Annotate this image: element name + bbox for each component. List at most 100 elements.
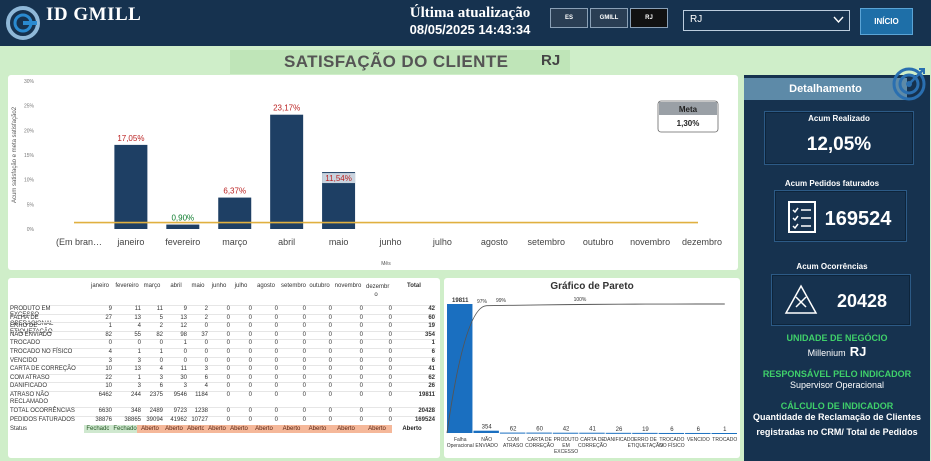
pareto-value-label: 6 xyxy=(697,427,701,433)
table-cell: 0 xyxy=(302,392,306,398)
status-cell: Aberto xyxy=(277,425,306,434)
table-cell: 3 xyxy=(108,357,112,364)
pareto-value-label: 354 xyxy=(482,425,493,431)
pareto-cum-label: 99% xyxy=(496,298,507,304)
table-cell: 38865 xyxy=(124,416,141,423)
pareto-value-label: 26 xyxy=(616,427,623,433)
table-cell: 0 xyxy=(274,383,278,390)
pareto-value-label: 6 xyxy=(670,427,674,433)
table-cell: 0 xyxy=(359,357,363,364)
y-axis-label: Acum satisfação e meta satisfação2 xyxy=(12,106,18,203)
home-button[interactable]: INÍCIO xyxy=(860,8,913,35)
table-column-header: outubro xyxy=(309,283,330,289)
table-cell: 0 xyxy=(274,392,278,398)
table-cell: 0 xyxy=(328,357,332,364)
x-tick-label: (Em bran… xyxy=(56,237,102,247)
table-cell: 0 xyxy=(388,306,392,312)
brand-name: ID GMILL xyxy=(46,4,142,25)
table-cell: 0 xyxy=(302,314,306,321)
table-cell: 62 xyxy=(428,374,435,381)
table-cell: 0 xyxy=(388,383,392,390)
table-cell: 0 xyxy=(204,357,208,364)
table-cell: 2 xyxy=(159,323,163,330)
table-cell: 0 xyxy=(248,340,252,347)
table-column-header: julho xyxy=(234,283,248,289)
table-cell: 0 xyxy=(204,323,208,330)
pareto-value-label: 41 xyxy=(589,427,596,433)
pareto-category-label: Operacional xyxy=(447,443,474,449)
table-cell: 19 xyxy=(428,323,435,330)
table-cell: 42 xyxy=(428,306,435,312)
table-cell: 0 xyxy=(248,392,252,398)
table-cell: 11 xyxy=(180,366,187,373)
table-cell: 19811 xyxy=(418,392,435,398)
table-cell: 0 xyxy=(248,357,252,364)
table-cell: 41962 xyxy=(170,416,187,423)
table-cell: 0 xyxy=(388,357,392,364)
table-cell: 0 xyxy=(248,323,252,330)
table-cell: 0 xyxy=(159,340,163,347)
filter-button-rj[interactable]: RJ xyxy=(630,8,668,28)
table-cell: 0 xyxy=(388,416,392,423)
pareto-bar xyxy=(685,432,711,434)
satisfaction-chart-panel: 0% 5% 10% 15% 20% 25% 30% Acum satisfação e met… xyxy=(8,75,738,270)
table-cell: 0 xyxy=(388,366,392,373)
table-cell: 0 xyxy=(137,340,141,347)
table-cell: 0 xyxy=(274,340,278,347)
table-cell: 0 xyxy=(226,416,230,423)
table-cell: 0 xyxy=(226,323,230,330)
meta-legend-value: 1,30% xyxy=(677,119,700,128)
status-cell: Aberto xyxy=(329,425,363,434)
page-title-bar: SATISFAÇÃO DO CLIENTE xyxy=(230,50,570,74)
filter-button-es[interactable]: ES xyxy=(550,8,588,28)
filter-button-gmill[interactable]: GMILL xyxy=(590,8,628,28)
table-cell: 0 xyxy=(226,392,230,398)
y-tick-label: 20% xyxy=(24,128,35,134)
kpi-pedidos-value: 169524 xyxy=(824,208,892,230)
table-cell: 0 xyxy=(204,349,208,355)
table-cell: 20428 xyxy=(418,408,435,414)
table-cell: 9723 xyxy=(173,408,187,414)
last-update-date: 08/05/2025 14:43:34 xyxy=(409,22,531,37)
y-tick-label: 10% xyxy=(24,178,35,184)
table-cell: 0 xyxy=(302,408,306,414)
y-tick-label: 25% xyxy=(24,104,35,110)
table-cell: 0 xyxy=(359,314,363,321)
kpi-ocorrencias-value: 20428 xyxy=(836,291,888,311)
table-cell: 0 xyxy=(388,331,392,338)
table-cell: 9 xyxy=(108,306,112,312)
status-cell: Fechado xyxy=(84,425,112,434)
table-cell: 3 xyxy=(137,357,141,364)
table-cell: 0 xyxy=(302,374,306,381)
x-tick-label: novembro xyxy=(630,237,670,247)
table-cell: 4 xyxy=(159,366,163,373)
table-cell: 3 xyxy=(204,366,208,373)
x-tick-label: abril xyxy=(278,237,295,247)
x-tick-label: julho xyxy=(432,237,452,247)
table-cell: 60 xyxy=(428,314,435,321)
table-cell: 5 xyxy=(159,314,163,321)
table-cell: 0 xyxy=(248,306,252,312)
y-tick-label: 30% xyxy=(24,79,35,85)
table-cell: 244 xyxy=(130,392,141,398)
pareto-value-label: 42 xyxy=(563,427,570,433)
state-dropdown[interactable]: RJ xyxy=(683,10,850,31)
table-cell: 4 xyxy=(108,349,112,355)
table-cell: 0 xyxy=(274,357,278,364)
table-row-label: TROCADO NO FÍSICO xyxy=(10,349,73,355)
kpi-realizado-value: 12,05% xyxy=(806,134,872,155)
pareto-value-label: 1 xyxy=(723,427,727,433)
table-cell: 0 xyxy=(274,416,278,423)
chevron-down-icon xyxy=(833,16,844,24)
table-cell: 0 xyxy=(359,323,363,330)
table-row-label: CARTA DE CORREÇÃO xyxy=(10,366,76,373)
data-label: 0,90% xyxy=(171,214,194,223)
table-cell: 0 xyxy=(108,340,112,347)
table-cell: 6462 xyxy=(98,392,112,398)
page-state-label: RJ xyxy=(541,52,561,69)
table-cell: 1238 xyxy=(194,408,208,414)
table-cell: 0 xyxy=(274,323,278,330)
table-row-label: VENCIDO xyxy=(10,357,38,364)
table-cell: 13 xyxy=(134,366,141,373)
unidade-label: UNIDADE DE NEGÓCIO xyxy=(786,333,888,343)
